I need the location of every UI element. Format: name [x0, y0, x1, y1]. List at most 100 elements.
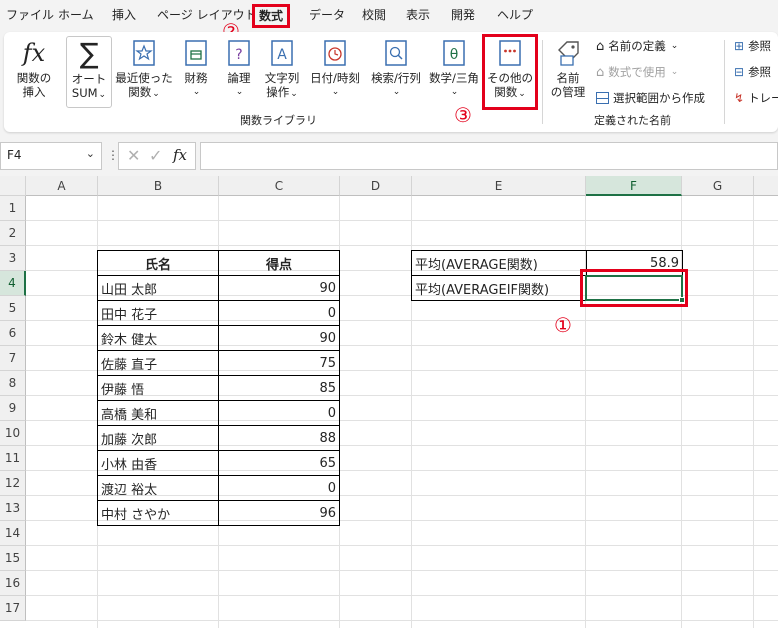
- chevron-down-icon: ⌄: [98, 90, 107, 100]
- autosum-button[interactable]: ∑ オート SUM⌄: [66, 36, 112, 108]
- financial-button[interactable]: 財務 ⌄: [176, 38, 216, 99]
- create-from-selection-button[interactable]: 選択範囲から作成: [596, 90, 705, 106]
- table-cell-name[interactable]: 佐藤 直子: [97, 350, 219, 376]
- math-trig-button[interactable]: θ 数学/三角 ⌄: [424, 38, 484, 99]
- table-cell-score[interactable]: 75: [218, 350, 340, 376]
- table-cell-name[interactable]: 中村 さやか: [97, 500, 219, 526]
- text-button[interactable]: A 文字列 操作⌄: [260, 38, 304, 101]
- star-book-icon: [133, 40, 155, 66]
- table-cell-score[interactable]: 65: [218, 450, 340, 476]
- table-cell-name[interactable]: 高橋 美和: [97, 400, 219, 426]
- formula-input[interactable]: [200, 142, 778, 170]
- tab-home[interactable]: ホーム: [58, 6, 94, 23]
- tab-data[interactable]: データ: [309, 6, 345, 23]
- table-cell-name[interactable]: 加藤 次郎: [97, 425, 219, 451]
- logical-button[interactable]: ? 論理 ⌄: [220, 38, 258, 99]
- tag-icon: [558, 41, 579, 66]
- table-cell-name[interactable]: 小林 由香: [97, 450, 219, 476]
- tab-file[interactable]: ファイル: [6, 6, 54, 23]
- column-header-e[interactable]: E: [412, 176, 586, 196]
- row-header-13[interactable]: 13: [0, 496, 26, 521]
- table-cell-name[interactable]: 渡辺 裕太: [97, 475, 219, 501]
- formula-bar: F4 ⌄ ⋮ ✕ ✓ fx: [0, 138, 778, 174]
- tag-disabled-icon: ⌂: [596, 64, 605, 80]
- summary-label-average[interactable]: 平均(AVERAGE関数): [411, 250, 587, 276]
- insert-function-button[interactable]: fx 関数の 挿入: [10, 38, 58, 99]
- grid-row-line: [26, 620, 778, 621]
- tab-developer[interactable]: 開発: [451, 6, 475, 23]
- more-functions-highlight: [482, 34, 538, 110]
- recently-used-button[interactable]: 最近使った 関数⌄: [112, 38, 176, 101]
- table-cell-name[interactable]: 山田 太郎: [97, 275, 219, 301]
- row-header-7[interactable]: 7: [0, 346, 26, 371]
- table-cell-score[interactable]: 88: [218, 425, 340, 451]
- define-name-button[interactable]: ⌂ 名前の定義 ⌄: [596, 38, 678, 54]
- group-label-defined-names: 定義された名前: [594, 114, 671, 127]
- theta-book-icon: θ: [443, 40, 465, 66]
- row-header-15[interactable]: 15: [0, 546, 26, 571]
- tab-view[interactable]: 表示: [406, 6, 430, 23]
- use-in-formula-button[interactable]: ⌂ 数式で使用 ⌄: [596, 64, 678, 80]
- tab-formulas[interactable]: 数式: [252, 4, 291, 28]
- tab-page-layout[interactable]: ページ レイアウト: [157, 6, 257, 23]
- row-header-6[interactable]: 6: [0, 321, 26, 346]
- column-header-d[interactable]: D: [340, 176, 412, 196]
- table-cell-score[interactable]: 0: [218, 475, 340, 501]
- trace-dependents-icon: ⊟: [734, 65, 745, 79]
- table-header-score[interactable]: 得点: [218, 250, 340, 276]
- insert-function-icon[interactable]: fx: [173, 146, 187, 164]
- column-header-h[interactable]: [754, 176, 778, 196]
- row-header-1[interactable]: 1: [0, 196, 26, 221]
- fx-icon: fx: [22, 39, 46, 67]
- ribbon-separator: [542, 40, 543, 124]
- row-header-8[interactable]: 8: [0, 371, 26, 396]
- worksheet-grid[interactable]: A B C D E F G 1 2 3 4 5 6 7 8 9 10 11 12 13 14 15 16 17 …: [0, 176, 778, 628]
- name-box[interactable]: F4 ⌄: [0, 142, 102, 170]
- table-cell-name[interactable]: 伊藤 悟: [97, 375, 219, 401]
- text-book-icon: A: [271, 40, 293, 66]
- row-header-9[interactable]: 9: [0, 396, 26, 421]
- row-header-2[interactable]: 2: [0, 221, 26, 246]
- table-cell-score[interactable]: 90: [218, 275, 340, 301]
- date-time-button[interactable]: 日付/時刻 ⌄: [306, 38, 364, 99]
- trace-dependents-button[interactable]: ⊟ 参照: [734, 64, 771, 80]
- table-cell-score[interactable]: 90: [218, 325, 340, 351]
- summary-label-averageif[interactable]: 平均(AVERAGEIF関数): [411, 275, 587, 301]
- tab-help[interactable]: ヘルプ: [497, 6, 533, 23]
- lookup-reference-button[interactable]: 検索/行列 ⌄: [366, 38, 426, 99]
- row-header-11[interactable]: 11: [0, 446, 26, 471]
- trace-precedents-button[interactable]: ⊞ 参照: [734, 38, 771, 54]
- column-header-b[interactable]: B: [98, 176, 219, 196]
- chevron-down-icon[interactable]: ⌄: [86, 147, 95, 160]
- ribbon-tabs: ファイル ホーム 挿入 ページ レイアウト 数式 データ 校閲 表示 開発 ヘル…: [0, 0, 778, 32]
- grid-row-line: [26, 245, 778, 246]
- cancel-icon[interactable]: ✕: [127, 146, 140, 165]
- row-header-14[interactable]: 14: [0, 521, 26, 546]
- column-header-a[interactable]: A: [26, 176, 98, 196]
- tab-insert[interactable]: 挿入: [112, 6, 136, 23]
- table-cell-score[interactable]: 96: [218, 500, 340, 526]
- remove-arrows-button[interactable]: ↯ トレー: [734, 90, 778, 106]
- row-header-5[interactable]: 5: [0, 296, 26, 321]
- financial-book-icon: [185, 40, 207, 66]
- tab-review[interactable]: 校閲: [362, 6, 386, 23]
- row-header-10[interactable]: 10: [0, 421, 26, 446]
- select-all-corner[interactable]: [0, 176, 26, 196]
- table-cell-score[interactable]: 0: [218, 300, 340, 326]
- row-header-17[interactable]: 17: [0, 596, 26, 621]
- row-header-4[interactable]: 4: [0, 271, 26, 296]
- name-manager-button[interactable]: 名前 の管理: [548, 38, 588, 99]
- row-header-16[interactable]: 16: [0, 571, 26, 596]
- logical-book-icon: ?: [228, 40, 250, 66]
- table-cell-score[interactable]: 85: [218, 375, 340, 401]
- row-header-12[interactable]: 12: [0, 471, 26, 496]
- column-header-g[interactable]: G: [682, 176, 754, 196]
- table-cell-name[interactable]: 田中 花子: [97, 300, 219, 326]
- column-header-f[interactable]: F: [586, 176, 682, 196]
- table-cell-score[interactable]: 0: [218, 400, 340, 426]
- column-header-c[interactable]: C: [219, 176, 340, 196]
- table-header-name[interactable]: 氏名: [97, 250, 219, 276]
- table-cell-name[interactable]: 鈴木 健太: [97, 325, 219, 351]
- row-header-3[interactable]: 3: [0, 246, 26, 271]
- enter-check-icon[interactable]: ✓: [149, 146, 162, 165]
